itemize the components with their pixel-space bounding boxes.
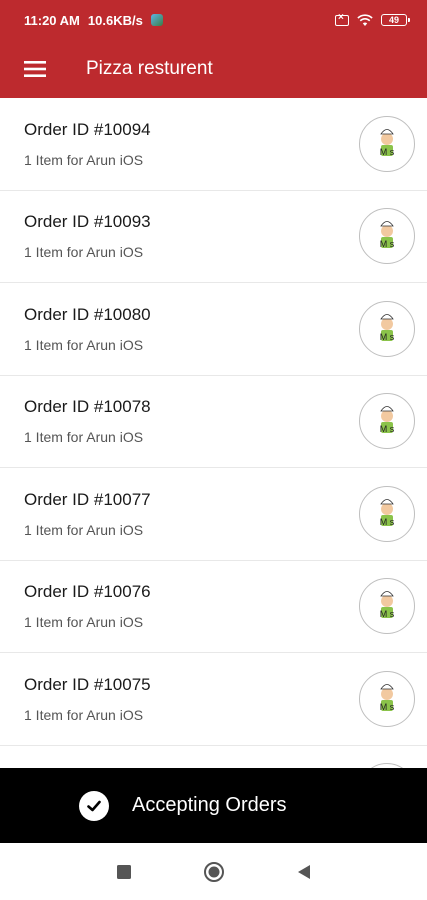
- app-notification-icon: [150, 14, 163, 26]
- chef-avatar-icon: M s: [359, 115, 415, 172]
- order-id: Order ID #10076: [24, 582, 151, 602]
- order-summary: 1 Item for Arun iOS: [24, 244, 144, 261]
- page-title: Pizza resturent: [86, 58, 213, 79]
- order-summary: 1 Item for Arun iOS: [24, 521, 144, 538]
- battery-icon: 49: [381, 14, 410, 26]
- order-list: Order ID #10094 1 Item for Arun iOS M s …: [0, 98, 427, 770]
- chef-avatar-icon: M s: [359, 578, 415, 635]
- svg-text:M s: M s: [380, 702, 395, 712]
- order-summary: 1 Item for Arun iOS: [24, 614, 144, 631]
- order-row[interactable]: Order ID #10094 1 Item for Arun iOS M s: [0, 98, 427, 191]
- back-button[interactable]: [289, 857, 319, 887]
- chef-avatar-icon: M s: [359, 208, 415, 265]
- order-row[interactable]: Order ID #10076 1 Item for Arun iOS M s: [0, 561, 427, 653]
- circle-home-icon: [203, 861, 224, 882]
- menu-button[interactable]: [0, 40, 70, 98]
- chef-avatar-icon: M s: [359, 393, 415, 450]
- svg-text:M s: M s: [380, 332, 395, 342]
- order-row[interactable]: Order ID #10093 1 Item for Arun iOS M s: [0, 191, 427, 283]
- order-row-partial[interactable]: [0, 746, 427, 770]
- svg-text:M s: M s: [380, 239, 395, 249]
- status-time: 11:20 AM: [24, 12, 80, 28]
- hamburger-icon: [24, 61, 46, 77]
- order-id: Order ID #10094: [24, 119, 151, 139]
- system-nav-bar: [0, 843, 427, 900]
- order-id: Order ID #10093: [24, 212, 151, 232]
- order-summary: 1 Item for Arun iOS: [24, 336, 144, 353]
- app-bar: Pizza resturent: [0, 40, 427, 98]
- accepting-orders-toggle[interactable]: Accepting Orders: [0, 768, 427, 843]
- accepting-orders-label: Accepting Orders: [132, 794, 287, 816]
- status-bar: 11:20 AM 10.6KB/s 49: [0, 0, 427, 40]
- chef-avatar-icon: M s: [359, 670, 415, 727]
- order-summary: 1 Item for Arun iOS: [24, 151, 144, 168]
- triangle-back-icon: [297, 864, 310, 879]
- recents-button[interactable]: [109, 857, 139, 887]
- svg-text:M s: M s: [380, 147, 395, 157]
- order-id: Order ID #10077: [24, 489, 151, 509]
- order-id: Order ID #10078: [24, 397, 151, 417]
- order-id: Order ID #10080: [24, 304, 151, 324]
- sim-icon: [335, 12, 349, 26]
- home-button[interactable]: [199, 857, 229, 887]
- svg-text:M s: M s: [380, 609, 395, 619]
- svg-text:M s: M s: [380, 424, 395, 434]
- wifi-icon: [357, 13, 373, 26]
- order-row[interactable]: Order ID #10080 1 Item for Arun iOS M s: [0, 283, 427, 376]
- square-recents-icon: [116, 864, 131, 879]
- order-row[interactable]: Order ID #10077 1 Item for Arun iOS M s: [0, 468, 427, 561]
- order-row[interactable]: Order ID #10078 1 Item for Arun iOS M s: [0, 376, 427, 468]
- order-id: Order ID #10075: [24, 674, 151, 694]
- svg-text:M s: M s: [380, 517, 395, 527]
- check-circle-icon: [79, 790, 109, 821]
- chef-avatar-icon: M s: [359, 485, 415, 542]
- chef-avatar-icon: M s: [359, 300, 415, 357]
- order-summary: 1 Item for Arun iOS: [24, 706, 144, 723]
- order-summary: 1 Item for Arun iOS: [24, 429, 144, 446]
- status-speed: 10.6KB/s: [87, 12, 143, 28]
- order-row[interactable]: Order ID #10075 1 Item for Arun iOS M s: [0, 653, 427, 746]
